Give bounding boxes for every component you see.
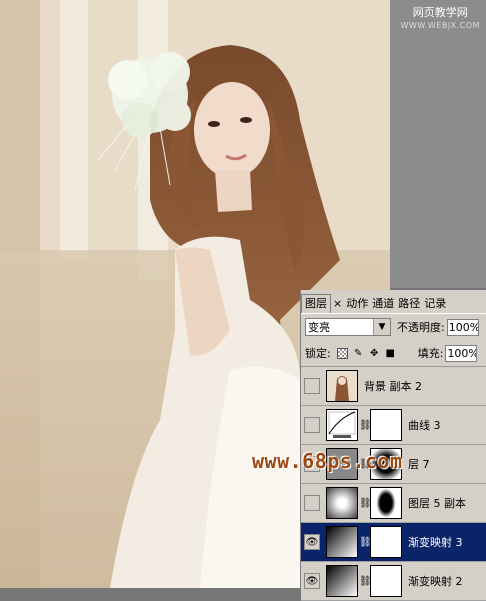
chevron-down-icon[interactable]: ▼	[373, 319, 390, 335]
layer-name: 渐变映射 2	[408, 575, 463, 588]
layer-row[interactable]: 👁 ⛓ 渐变映射 2	[301, 562, 486, 601]
layer-mask-thumbnail[interactable]	[370, 409, 402, 441]
layer-row[interactable]: ⛓ 图层 5 副本	[301, 484, 486, 523]
fill-input[interactable]: 100%	[445, 344, 478, 362]
lock-transparency-icon[interactable]	[336, 347, 348, 359]
close-tab-icon[interactable]: ×	[331, 295, 344, 313]
layers-panel: 图层 × 动作 通道 路径 记录 变亮 ▼ 不透明度: 100% 锁定: ✎ ✥…	[300, 290, 486, 601]
tab-paths[interactable]: 路径	[396, 295, 422, 313]
visibility-toggle[interactable]	[304, 495, 320, 511]
lock-label: 锁定:	[305, 347, 331, 360]
blend-mode-select[interactable]: 变亮 ▼	[305, 318, 391, 336]
layer-list: 背景 副本 2 ⛓ 曲线 3 ⛓ 层 7 ⛓ 图层 5 副本 👁 ⛓ 渐变映射 …	[301, 367, 486, 601]
layer-row[interactable]: 背景 副本 2	[301, 367, 486, 406]
watermark-top: 网页教学网 WWW.WEBJX.COM	[401, 6, 480, 32]
link-icon: ⛓	[359, 575, 372, 587]
visibility-toggle[interactable]	[304, 378, 320, 394]
layer-name: 背景 副本 2	[364, 380, 422, 393]
curves-adjustment-icon	[326, 409, 358, 441]
photo-thumbnail-icon	[327, 371, 357, 401]
opacity-label: 不透明度:	[397, 321, 445, 334]
lock-brush-icon[interactable]: ✎	[353, 348, 364, 359]
layer-mask-thumbnail[interactable]	[370, 565, 402, 597]
tab-history[interactable]: 记录	[422, 295, 448, 313]
tab-actions[interactable]: 动作	[344, 295, 370, 313]
link-icon: ⛓	[359, 419, 372, 431]
watermark-url: WWW.WEBJX.COM	[400, 21, 480, 30]
layer-mask-thumbnail[interactable]	[370, 487, 402, 519]
tab-layers[interactable]: 图层	[301, 294, 331, 313]
layer-name: 渐变映射 3	[408, 536, 463, 549]
visibility-toggle[interactable]	[304, 417, 320, 433]
layer-mask-thumbnail[interactable]	[370, 526, 402, 558]
link-icon: ⛓	[359, 497, 372, 509]
eye-icon[interactable]: 👁	[304, 534, 320, 550]
opacity-input[interactable]: 100%	[446, 318, 479, 336]
layer-name: 层 7	[408, 458, 430, 471]
fill-label: 填充:	[417, 347, 444, 360]
gradient-map-icon	[326, 565, 358, 597]
watermark-center: www.68ps.com	[252, 449, 403, 473]
layer-thumbnail	[326, 487, 358, 519]
blend-row: 变亮 ▼ 不透明度: 100%	[301, 314, 486, 340]
layer-name: 曲线 3	[408, 419, 441, 432]
tab-channels[interactable]: 通道	[370, 295, 396, 313]
lock-all-icon[interactable]: ■	[385, 348, 396, 359]
eye-icon[interactable]: 👁	[304, 573, 320, 589]
watermark-title: 网页教学网	[412, 6, 468, 19]
curves-graph-icon	[328, 411, 356, 438]
blend-mode-value: 变亮	[308, 321, 330, 334]
layer-thumbnail	[326, 370, 358, 402]
layer-name: 图层 5 副本	[408, 497, 466, 510]
gradient-map-icon	[326, 526, 358, 558]
layer-row-selected[interactable]: 👁 ⛓ 渐变映射 3	[301, 523, 486, 562]
lock-row: 锁定: ✎ ✥ ■ 填充: 100%	[301, 340, 486, 367]
panel-tabs: 图层 × 动作 通道 路径 记录	[301, 290, 486, 314]
workspace-background	[390, 0, 486, 288]
lock-icons: ✎ ✥ ■	[336, 347, 396, 359]
lock-move-icon[interactable]: ✥	[369, 348, 380, 359]
layer-row[interactable]: ⛓ 曲线 3	[301, 406, 486, 445]
link-icon: ⛓	[359, 536, 372, 548]
